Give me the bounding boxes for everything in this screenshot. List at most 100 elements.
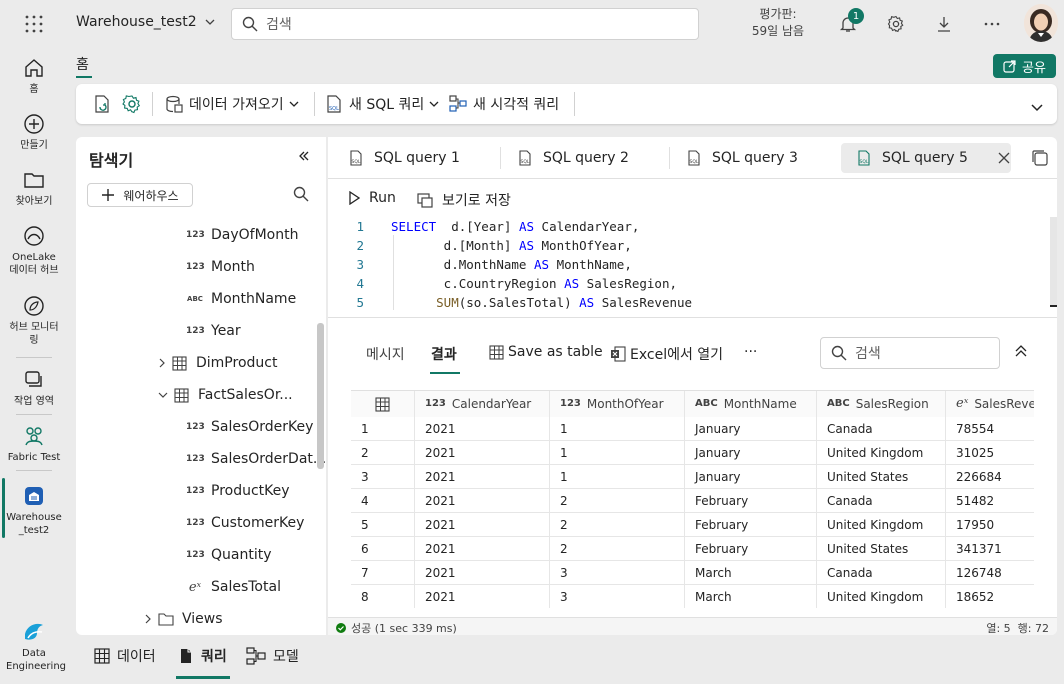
save-as-view-button[interactable]: 보기로 저장 bbox=[417, 190, 511, 210]
tree-folder-views[interactable]: Views bbox=[144, 609, 223, 629]
refresh-icon[interactable] bbox=[92, 94, 112, 114]
rail-item-fabric-test[interactable]: Fabric Test bbox=[0, 424, 68, 464]
tab-query[interactable]: 쿼리 bbox=[178, 646, 227, 666]
tab-home[interactable]: 홈 bbox=[76, 54, 89, 74]
table-cell[interactable]: 1 bbox=[550, 465, 685, 489]
tree-column[interactable]: ABC MonthName bbox=[186, 289, 296, 309]
table-cell[interactable]: 2 bbox=[550, 489, 685, 513]
rail-item-onelake[interactable]: OneLake 데이터 허브 bbox=[0, 224, 68, 277]
table-cell[interactable]: 17950 bbox=[946, 513, 1034, 537]
table-cell[interactable]: January bbox=[685, 465, 817, 489]
tab-model[interactable]: 모델 bbox=[246, 646, 299, 666]
tab-sql-query-1[interactable]: SQL SQL query 1 bbox=[328, 143, 498, 173]
table-cell[interactable]: February bbox=[685, 513, 817, 537]
table-row[interactable]: 3 2021 1 January United States 226684 bbox=[351, 465, 1034, 489]
column-header[interactable]: ABC SalesRegion bbox=[817, 391, 946, 417]
table-row[interactable]: 8 2021 3 March United Kingdom 18652 bbox=[351, 585, 1034, 608]
sql-code-editor[interactable]: 1 2 3 4 5 SELECT d.[Year] AS CalendarYea… bbox=[328, 215, 1057, 315]
table-cell[interactable]: 226684 bbox=[946, 465, 1034, 489]
run-button[interactable]: Run bbox=[348, 190, 396, 206]
table-cell[interactable]: 1 bbox=[550, 417, 685, 441]
ribbon-expand-chevron-icon[interactable] bbox=[1031, 98, 1043, 118]
table-cell[interactable]: 2021 bbox=[415, 441, 550, 465]
table-cell[interactable]: United States bbox=[817, 537, 946, 561]
editor-scrollbar[interactable] bbox=[1050, 217, 1057, 307]
save-as-table-button[interactable]: Save as table bbox=[489, 344, 603, 360]
app-launcher-icon[interactable] bbox=[24, 14, 44, 34]
explorer-scrollbar[interactable] bbox=[317, 323, 324, 469]
table-cell[interactable]: March bbox=[685, 561, 817, 585]
tree-column[interactable]: 123 DayOfMonth bbox=[186, 225, 298, 245]
explorer-search-icon[interactable] bbox=[293, 186, 309, 202]
results-search-input[interactable]: 검색 bbox=[820, 337, 1000, 369]
table-cell[interactable]: United Kingdom bbox=[817, 441, 946, 465]
close-icon[interactable] bbox=[998, 152, 1010, 164]
table-cell[interactable]: 2021 bbox=[415, 561, 550, 585]
table-cell[interactable]: 78554 bbox=[946, 417, 1034, 441]
rail-item-browse[interactable]: 찾아보기 bbox=[0, 168, 68, 208]
tree-column[interactable]: 123 SalesOrderKey bbox=[186, 417, 313, 437]
rail-item-monitor[interactable]: 허브 모니터링 bbox=[0, 294, 68, 347]
table-cell[interactable]: 2021 bbox=[415, 537, 550, 561]
select-all-table-icon[interactable] bbox=[351, 391, 415, 417]
rail-item-data-engineering[interactable]: Data Engineering bbox=[0, 620, 68, 673]
table-cell[interactable]: 2021 bbox=[415, 417, 550, 441]
tree-table-dimproduct[interactable]: DimProduct bbox=[158, 353, 277, 373]
get-data-button[interactable]: 데이터 가져오기 bbox=[164, 94, 299, 114]
table-cell[interactable]: February bbox=[685, 489, 817, 513]
table-cell[interactable]: Canada bbox=[817, 561, 946, 585]
collapse-panel-icon[interactable] bbox=[298, 151, 310, 161]
table-cell[interactable]: 126748 bbox=[946, 561, 1034, 585]
rail-item-warehouse[interactable]: Warehouse_test2 bbox=[0, 484, 68, 537]
global-search-input[interactable]: 검색 bbox=[231, 8, 699, 40]
table-row[interactable]: 1 2021 1 January Canada 78554 bbox=[351, 417, 1034, 441]
tree-column[interactable]: 123 CustomerKey bbox=[186, 513, 304, 533]
table-cell[interactable]: 2021 bbox=[415, 489, 550, 513]
new-visual-query-button[interactable]: 새 시각적 쿼리 bbox=[448, 94, 559, 114]
rail-item-home[interactable]: 홈 bbox=[0, 56, 68, 96]
chevron-down-icon[interactable] bbox=[158, 391, 168, 399]
tab-sql-query-3[interactable]: SQL SQL query 3 bbox=[666, 143, 836, 173]
table-row[interactable]: 6 2021 2 February United States 341371 bbox=[351, 537, 1034, 561]
table-row[interactable]: 7 2021 3 March Canada 126748 bbox=[351, 561, 1034, 585]
table-cell[interactable]: 1 bbox=[550, 441, 685, 465]
table-cell[interactable]: 31025 bbox=[946, 441, 1034, 465]
tree-column[interactable]: 123 Year bbox=[186, 321, 241, 341]
column-header[interactable]: 123 CalendarYear bbox=[415, 391, 550, 417]
tab-sql-query-2[interactable]: SQL SQL query 2 bbox=[497, 143, 667, 173]
column-header[interactable]: ABC MonthName bbox=[685, 391, 817, 417]
collapse-results-icon[interactable] bbox=[1014, 345, 1028, 357]
table-row[interactable]: 4 2021 2 February Canada 51482 bbox=[351, 489, 1034, 513]
settings-gear-icon[interactable] bbox=[122, 94, 142, 114]
table-cell[interactable]: 2021 bbox=[415, 513, 550, 537]
more-actions-button[interactable]: ··· bbox=[744, 344, 757, 360]
table-cell[interactable]: 3 bbox=[550, 585, 685, 608]
table-cell[interactable]: 18652 bbox=[946, 585, 1034, 608]
table-cell[interactable]: 3 bbox=[550, 561, 685, 585]
table-cell[interactable]: United Kingdom bbox=[817, 513, 946, 537]
tab-sql-query-5[interactable]: SQL SQL query 5 bbox=[841, 143, 1011, 173]
tab-messages[interactable]: 메시지 bbox=[366, 344, 405, 364]
trial-status[interactable]: 평가판: 59일 남음 bbox=[748, 6, 808, 40]
table-cell[interactable]: January bbox=[685, 417, 817, 441]
open-in-excel-button[interactable]: Excel에서 열기 bbox=[610, 344, 723, 364]
tree-table-factsales[interactable]: FactSalesOr... bbox=[158, 385, 293, 405]
table-cell[interactable]: January bbox=[685, 441, 817, 465]
chevron-right-icon[interactable] bbox=[144, 614, 152, 624]
more-options-icon[interactable] bbox=[980, 12, 1004, 36]
add-warehouse-button[interactable]: 웨어하우스 bbox=[87, 183, 193, 207]
table-cell[interactable]: 2021 bbox=[415, 465, 550, 489]
table-cell[interactable]: 2 bbox=[550, 513, 685, 537]
tab-overflow-icon[interactable] bbox=[1031, 149, 1049, 167]
table-cell[interactable]: 51482 bbox=[946, 489, 1034, 513]
chevron-right-icon[interactable] bbox=[158, 358, 166, 368]
download-icon[interactable] bbox=[932, 12, 956, 36]
column-header[interactable]: 123 MonthOfYear bbox=[550, 391, 685, 417]
tab-results[interactable]: 결과 bbox=[431, 344, 457, 364]
table-cell[interactable]: United Kingdom bbox=[817, 585, 946, 608]
table-row[interactable]: 5 2021 2 February United Kingdom 17950 bbox=[351, 513, 1034, 537]
table-cell[interactable]: United States bbox=[817, 465, 946, 489]
table-cell[interactable]: February bbox=[685, 537, 817, 561]
rail-item-workspaces[interactable]: 작업 영역 bbox=[0, 368, 68, 408]
tree-column[interactable]: 123 SalesOrderDat... bbox=[186, 449, 326, 469]
